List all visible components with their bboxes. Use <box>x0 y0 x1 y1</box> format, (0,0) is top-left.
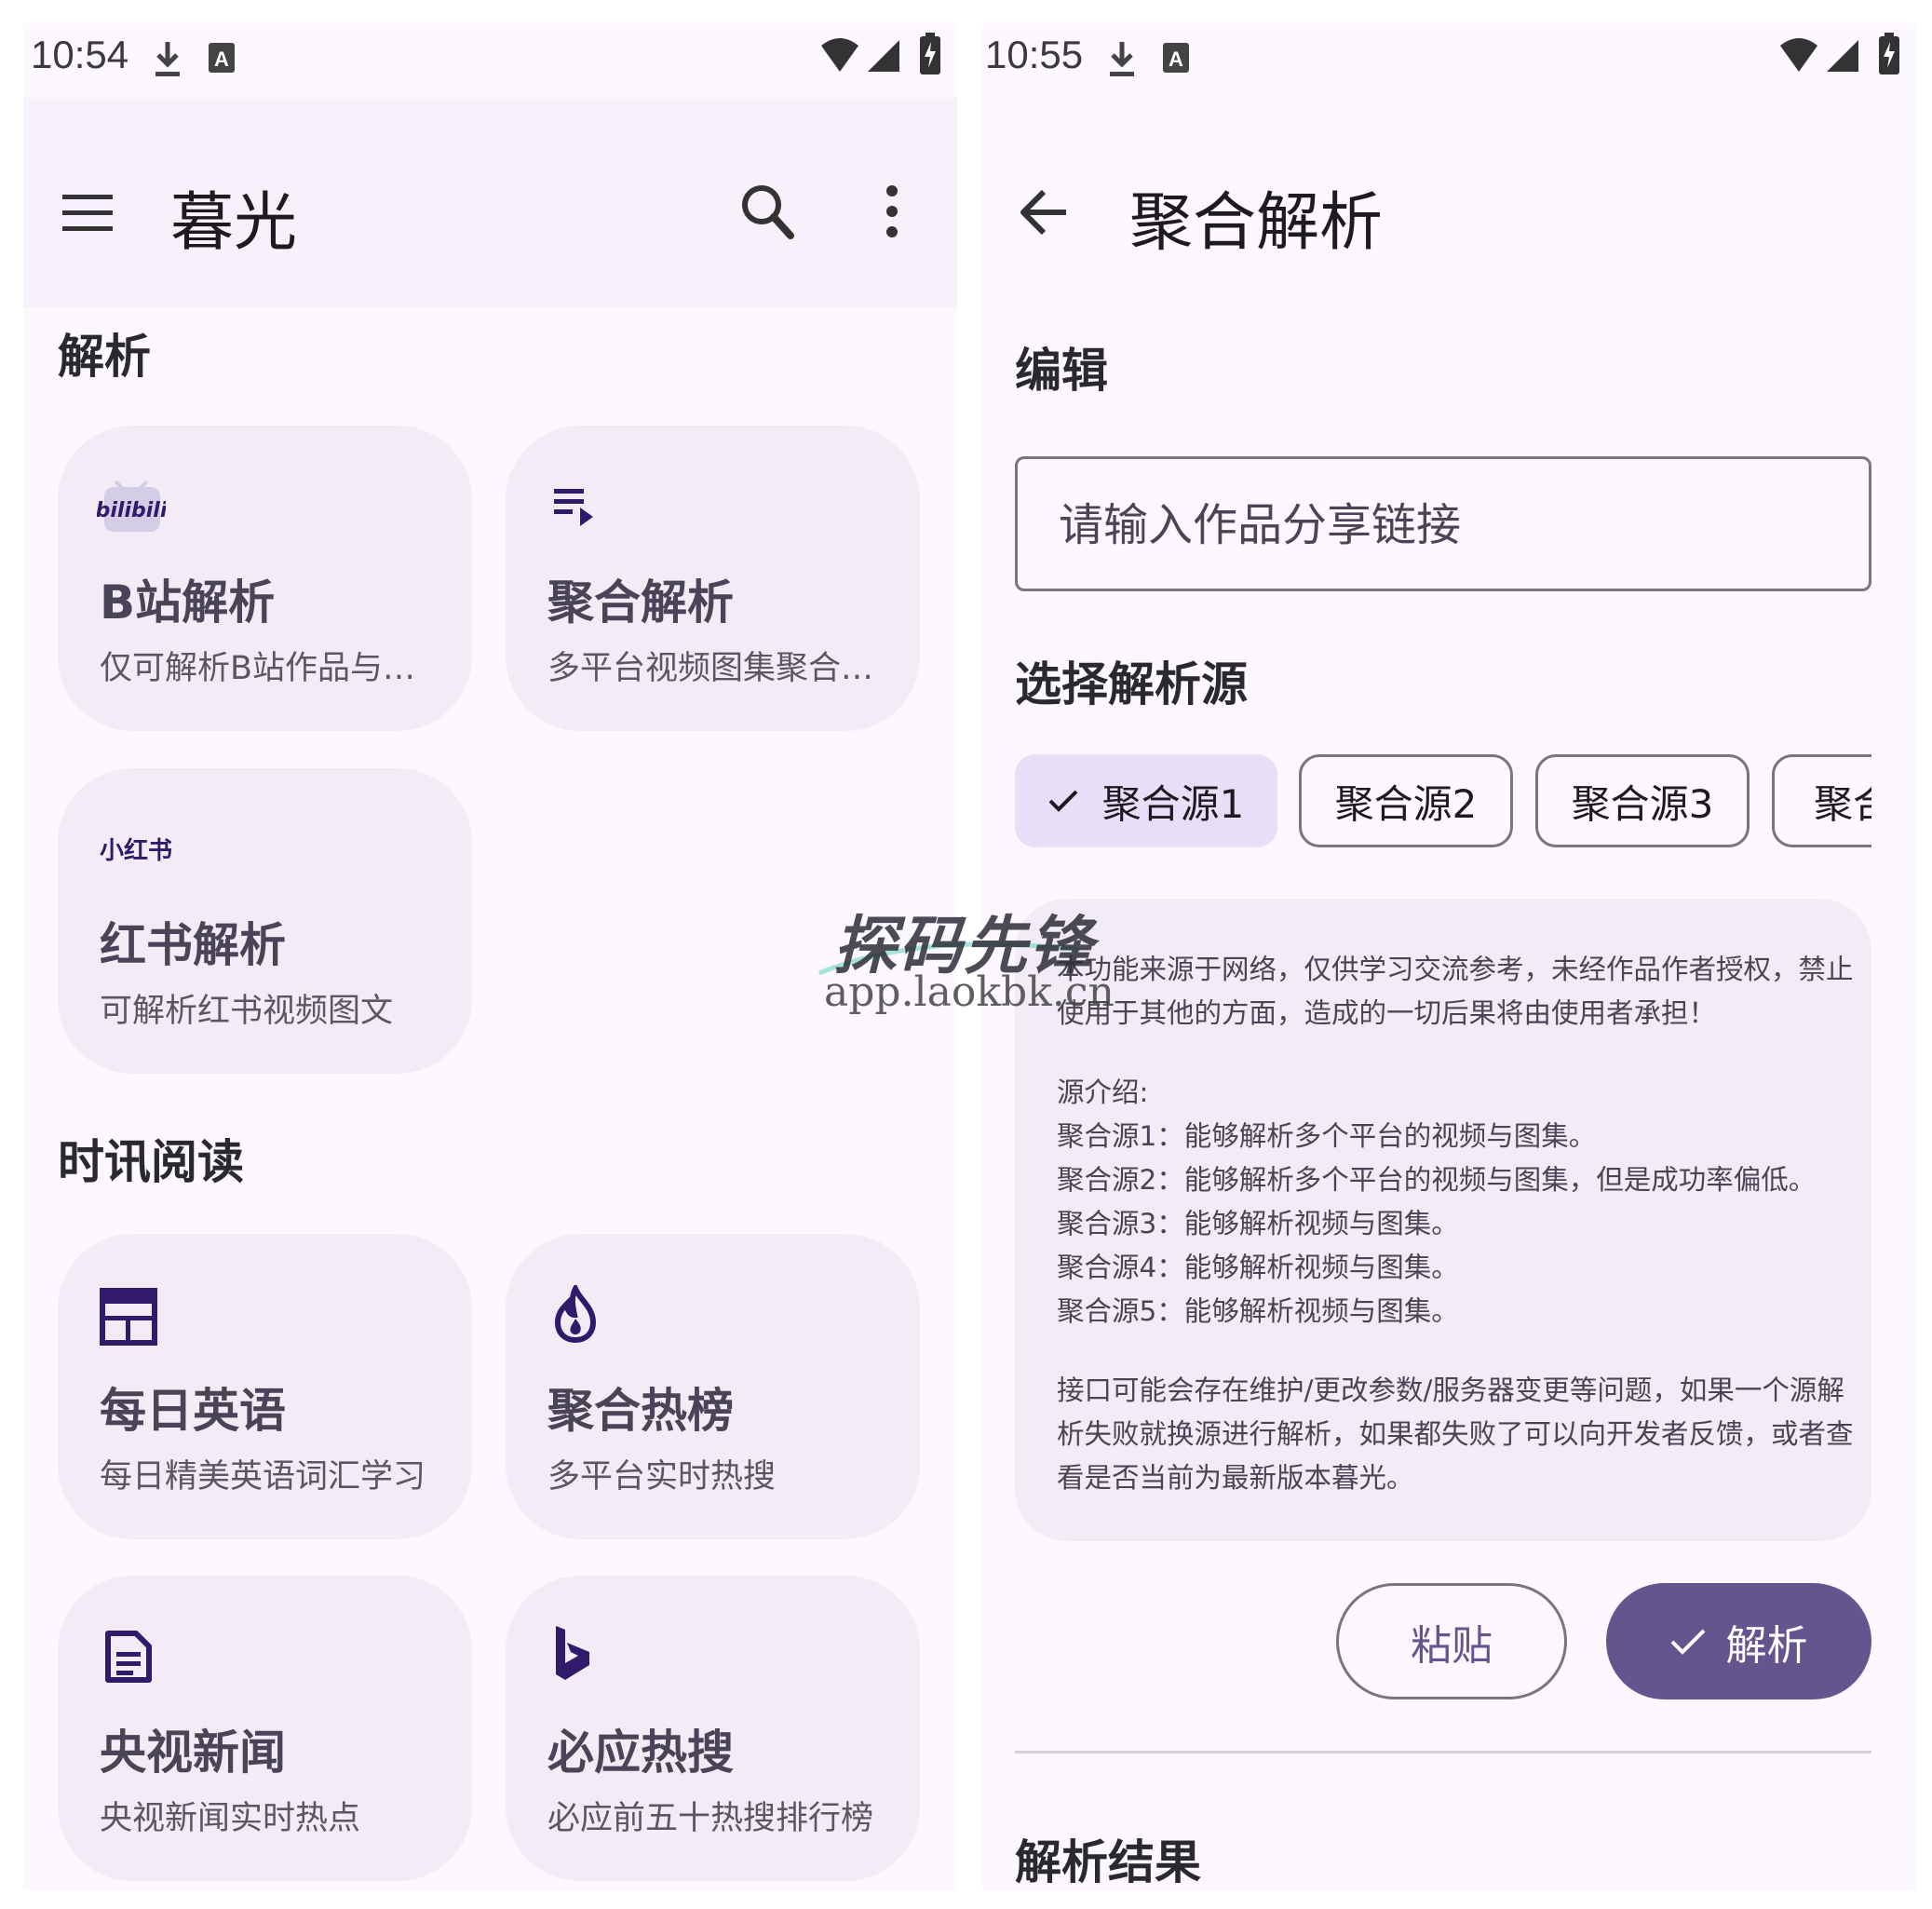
svg-text:A: A <box>214 47 229 71</box>
info-line: 接口可能会存在维护/更改参数/服务器变更等问题，如果一个源解 <box>1057 1374 1844 1406</box>
card-title: 央视新闻 <box>100 1726 286 1780</box>
card-title: 每日英语 <box>100 1384 286 1438</box>
info-line: 聚合源5：能够解析视频与图集。 <box>1057 1295 1459 1327</box>
section-title-edit: 编辑 <box>1015 344 1108 398</box>
chip-label: 聚合源4 <box>1814 780 1871 827</box>
status-bar: 10:54 A <box>23 23 957 98</box>
card-title: 聚合解析 <box>547 575 734 630</box>
card-desc: 仅可解析B站作品与信息 <box>100 650 435 687</box>
parse-button[interactable]: 解析 <box>1606 1583 1871 1699</box>
info-line: 使用于其他的方面，造成的一切后果将由使用者承担！ <box>1057 997 1717 1029</box>
info-line: 聚合源4：能够解析视频与图集。 <box>1057 1252 1459 1283</box>
card-title: 必应热搜 <box>547 1726 734 1780</box>
bilibili-logo-icon: bilibili <box>97 480 166 532</box>
download-icon <box>1110 42 1134 76</box>
card-title: B站解析 <box>100 575 276 630</box>
source-chip-group: 聚合源1 聚合源2 聚合源3 聚合源4 <box>1015 754 1871 852</box>
download-icon <box>155 42 180 76</box>
card-desc: 必应前五十热搜排行榜 <box>547 1800 874 1837</box>
article-icon <box>105 1631 152 1683</box>
home-screen: 10:54 A 暮光 解析 bilibili B站解析 仅可解析B站作品与信息 … <box>23 23 957 1890</box>
card-xiaohongshu-parse[interactable]: 小红书 红书解析 可解析红书视频图文 <box>58 768 472 1074</box>
chip-label: 聚合源3 <box>1571 780 1714 827</box>
status-bar: 10:55 A <box>982 23 1916 98</box>
page-title: 聚合解析 <box>1129 186 1384 260</box>
info-line: 析失败就换源进行解析，如果都失败了可以向开发者反馈，或者查 <box>1057 1418 1854 1450</box>
chip-source-1[interactable]: 聚合源1 <box>1015 754 1277 847</box>
bing-icon <box>556 1626 589 1680</box>
signal-icon <box>1827 40 1858 72</box>
card-title: 红书解析 <box>100 918 286 972</box>
check-icon <box>1670 1629 1705 1655</box>
search-icon[interactable] <box>738 182 796 243</box>
info-line: 聚合源1：能够解析多个平台的视频与图集。 <box>1057 1120 1597 1152</box>
card-bing-hotsearch[interactable]: 必应热搜 必应前五十热搜排行榜 <box>506 1576 920 1881</box>
info-line: 聚合源3：能够解析视频与图集。 <box>1057 1208 1459 1239</box>
parse-button-label: 解析 <box>1725 1621 1808 1670</box>
share-link-field[interactable] <box>1015 456 1871 591</box>
section-title-news: 时讯阅读 <box>58 1135 244 1189</box>
battery-charging-icon <box>1879 33 1899 74</box>
chip-source-3[interactable]: 聚合源3 <box>1535 754 1750 847</box>
section-title-parse: 解析 <box>58 330 151 384</box>
card-desc: 多平台实时热搜 <box>547 1458 777 1496</box>
section-title-source: 选择解析源 <box>1015 657 1248 711</box>
xiaohongshu-logo-icon: 小红书 <box>100 837 173 865</box>
svg-text:A: A <box>1169 47 1183 71</box>
chip-label: 聚合源1 <box>1101 780 1245 827</box>
check-icon <box>1048 790 1078 812</box>
calendar-icon <box>100 1288 157 1346</box>
paste-button[interactable]: 粘贴 <box>1336 1583 1567 1699</box>
autofill-icon: A <box>1163 43 1189 73</box>
card-aggregate-parse[interactable]: 聚合解析 多平台视频图集聚合解析 <box>506 426 920 731</box>
wifi-icon <box>1780 38 1817 72</box>
signal-icon <box>868 40 899 72</box>
card-daily-english[interactable]: 每日英语 每日精美英语词汇学习 <box>58 1234 472 1539</box>
more-vert-icon[interactable] <box>885 183 899 239</box>
card-cctv-news[interactable]: 央视新闻 央视新闻实时热点 <box>58 1576 472 1881</box>
info-line: 本功能来源于网络，仅供学习交流参考，未经作品作者授权，禁止 <box>1057 954 1854 985</box>
card-aggregate-hotlist[interactable]: 聚合热榜 多平台实时热搜 <box>506 1234 920 1539</box>
status-time: 10:55 <box>985 33 1084 76</box>
chip-source-2[interactable]: 聚合源2 <box>1299 754 1513 847</box>
card-desc: 央视新闻实时热点 <box>100 1800 361 1837</box>
card-title: 聚合热榜 <box>547 1384 734 1438</box>
card-desc: 每日精美英语词汇学习 <box>100 1458 426 1496</box>
divider <box>1015 1751 1871 1753</box>
source-info-panel: 本功能来源于网络，仅供学习交流参考，未经作品作者授权，禁止 使用于其他的方面，造… <box>1015 899 1871 1541</box>
aggregate-parse-screen: 10:55 A 聚合解析 编辑 选择解析源 <box>982 23 1916 1890</box>
info-line: 聚合源2：能够解析多个平台的视频与图集，但是成功率偏低。 <box>1057 1164 1817 1196</box>
menu-icon[interactable] <box>61 191 115 236</box>
wifi-icon <box>821 38 858 72</box>
section-title-result: 解析结果 <box>1015 1835 1201 1889</box>
card-desc: 多平台视频图集聚合解析 <box>547 650 883 687</box>
chip-label: 聚合源2 <box>1334 780 1478 827</box>
info-line: 看是否当前为最新版本暮光。 <box>1057 1462 1414 1494</box>
top-app-bar: 暮光 <box>23 98 957 307</box>
share-link-input[interactable] <box>1057 498 1824 552</box>
info-line: 源介绍: <box>1057 1076 1149 1108</box>
autofill-icon: A <box>209 43 235 73</box>
chip-source-4[interactable]: 聚合源4 <box>1772 754 1871 847</box>
top-app-bar: 聚合解析 <box>982 98 1916 307</box>
card-bilibili-parse[interactable]: bilibili B站解析 仅可解析B站作品与信息 <box>58 426 472 731</box>
card-desc: 可解析红书视频图文 <box>100 993 394 1030</box>
battery-charging-icon <box>920 33 940 74</box>
back-arrow-icon[interactable] <box>1020 188 1070 237</box>
paste-button-label: 粘贴 <box>1411 1621 1493 1670</box>
svg-text:bilibili: bilibili <box>97 499 166 522</box>
fire-icon <box>554 1285 597 1343</box>
status-time: 10:54 <box>31 33 129 76</box>
app-title: 暮光 <box>170 186 298 260</box>
playlist-play-icon <box>554 489 593 526</box>
